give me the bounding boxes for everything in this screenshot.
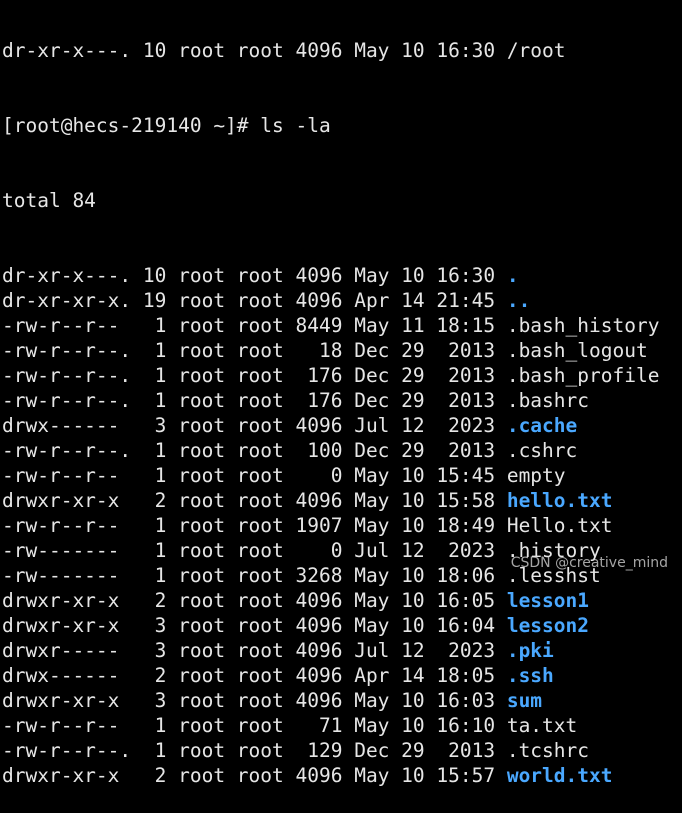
- entry-meta: dr-xr-x---. 10 root root 4096 May 10 16:…: [2, 264, 507, 287]
- file-name: .bashrc: [506, 389, 590, 412]
- file-name: ta.txt: [506, 714, 578, 737]
- entry-meta: -rw-r--r-- 1 root root 0 May 10 15:45: [2, 464, 507, 487]
- listing-row: dr-xr-x---. 10 root root 4096 May 10 16:…: [2, 263, 682, 288]
- entry-meta: drwxr-xr-x 3 root root 4096 May 10 16:03: [2, 689, 507, 712]
- entry-meta: drwxr-xr-x 3 root root 4096 May 10 16:04: [2, 614, 507, 637]
- terminal-output[interactable]: dr-xr-x---. 10 root root 4096 May 10 16:…: [2, 0, 682, 813]
- file-name: .bash_profile: [506, 364, 660, 387]
- entry-meta: drwxr----- 3 root root 4096 Jul 12 2023: [2, 639, 507, 662]
- listing-row: drwx------ 3 root root 4096 Jul 12 2023 …: [2, 413, 682, 438]
- total-line: total 84: [2, 189, 96, 212]
- listing-row: drwxr-xr-x 2 root root 4096 May 10 16:05…: [2, 588, 682, 613]
- entry-meta: -rw-r--r--. 1 root root 176 Dec 29 2013: [2, 364, 507, 387]
- entry-meta: -rw-r--r-- 1 root root 71 May 10 16:10: [2, 714, 507, 737]
- file-name: .bash_logout: [506, 339, 648, 362]
- listing-row: drwxr-xr-x 2 root root 4096 May 10 15:58…: [2, 488, 682, 513]
- entry-meta: -rw-r--r--. 1 root root 176 Dec 29 2013: [2, 389, 507, 412]
- listing-row: drwxr-xr-x 3 root root 4096 May 10 16:04…: [2, 613, 682, 638]
- directory-name: lesson1: [506, 589, 590, 612]
- entry-meta: -rw------- 1 root root 3268 May 10 18:06: [2, 564, 507, 587]
- listing-row: -rw-r--r--. 1 root root 18 Dec 29 2013 .…: [2, 338, 682, 363]
- entry-meta: -rw-r--r--. 1 root root 100 Dec 29 2013: [2, 439, 507, 462]
- partial-top-line: dr-xr-x---. 10 root root 4096 May 10 16:…: [2, 39, 566, 62]
- listing-row: -rw-r--r-- 1 root root 0 May 10 15:45 em…: [2, 463, 682, 488]
- file-name: .bash_history: [506, 314, 660, 337]
- entry-meta: -rw------- 1 root root 0 Jul 12 2023: [2, 539, 507, 562]
- directory-listing: dr-xr-x---. 10 root root 4096 May 10 16:…: [2, 263, 682, 788]
- listing-row: drwxr-xr-x 3 root root 4096 May 10 16:03…: [2, 688, 682, 713]
- listing-row: dr-xr-xr-x. 19 root root 4096 Apr 14 21:…: [2, 288, 682, 313]
- entry-meta: drwx------ 2 root root 4096 Apr 14 18:05: [2, 664, 507, 687]
- file-name: .tcshrc: [506, 739, 590, 762]
- entry-meta: -rw-r--r-- 1 root root 8449 May 11 18:15: [2, 314, 507, 337]
- listing-row: -rw-r--r--. 1 root root 176 Dec 29 2013 …: [2, 388, 682, 413]
- listing-row: -rw-r--r-- 1 root root 1907 May 10 18:49…: [2, 513, 682, 538]
- entry-meta: -rw-r--r--. 1 root root 18 Dec 29 2013: [2, 339, 507, 362]
- listing-row: -rw-r--r-- 1 root root 8449 May 11 18:15…: [2, 313, 682, 338]
- entry-meta: drwx------ 3 root root 4096 Jul 12 2023: [2, 414, 507, 437]
- listing-row: drwxr-xr-x 2 root root 4096 May 10 15:57…: [2, 763, 682, 788]
- prompt-line: [root@hecs-219140 ~]# ls -la: [2, 114, 331, 137]
- directory-name: .pki: [506, 639, 554, 662]
- entry-meta: drwxr-xr-x 2 root root 4096 May 10 15:58: [2, 489, 507, 512]
- directory-name: .cache: [506, 414, 578, 437]
- directory-name: .: [506, 264, 519, 287]
- entry-meta: dr-xr-xr-x. 19 root root 4096 Apr 14 21:…: [2, 289, 507, 312]
- listing-row: drwx------ 2 root root 4096 Apr 14 18:05…: [2, 663, 682, 688]
- entry-meta: -rw-r--r--. 1 root root 129 Dec 29 2013: [2, 739, 507, 762]
- entry-meta: drwxr-xr-x 2 root root 4096 May 10 16:05: [2, 589, 507, 612]
- file-name: .cshrc: [506, 439, 578, 462]
- listing-row: -rw-r--r--. 1 root root 176 Dec 29 2013 …: [2, 363, 682, 388]
- watermark: CSDN @creative_mind: [510, 555, 668, 571]
- listing-row: -rw-r--r--. 1 root root 129 Dec 29 2013 …: [2, 738, 682, 763]
- directory-name: hello.txt: [506, 489, 613, 512]
- file-name: empty: [506, 464, 566, 487]
- directory-name: .ssh: [506, 664, 554, 687]
- listing-row: -rw-r--r--. 1 root root 100 Dec 29 2013 …: [2, 438, 682, 463]
- entry-meta: -rw-r--r-- 1 root root 1907 May 10 18:49: [2, 514, 507, 537]
- listing-row: drwxr----- 3 root root 4096 Jul 12 2023 …: [2, 638, 682, 663]
- directory-name: sum: [506, 689, 543, 712]
- directory-name: ..: [506, 289, 531, 312]
- entry-meta: drwxr-xr-x 2 root root 4096 May 10 15:57: [2, 764, 507, 787]
- directory-name: lesson2: [506, 614, 590, 637]
- listing-row: -rw-r--r-- 1 root root 71 May 10 16:10 t…: [2, 713, 682, 738]
- directory-name: world.txt: [506, 764, 613, 787]
- file-name: Hello.txt: [506, 514, 613, 537]
